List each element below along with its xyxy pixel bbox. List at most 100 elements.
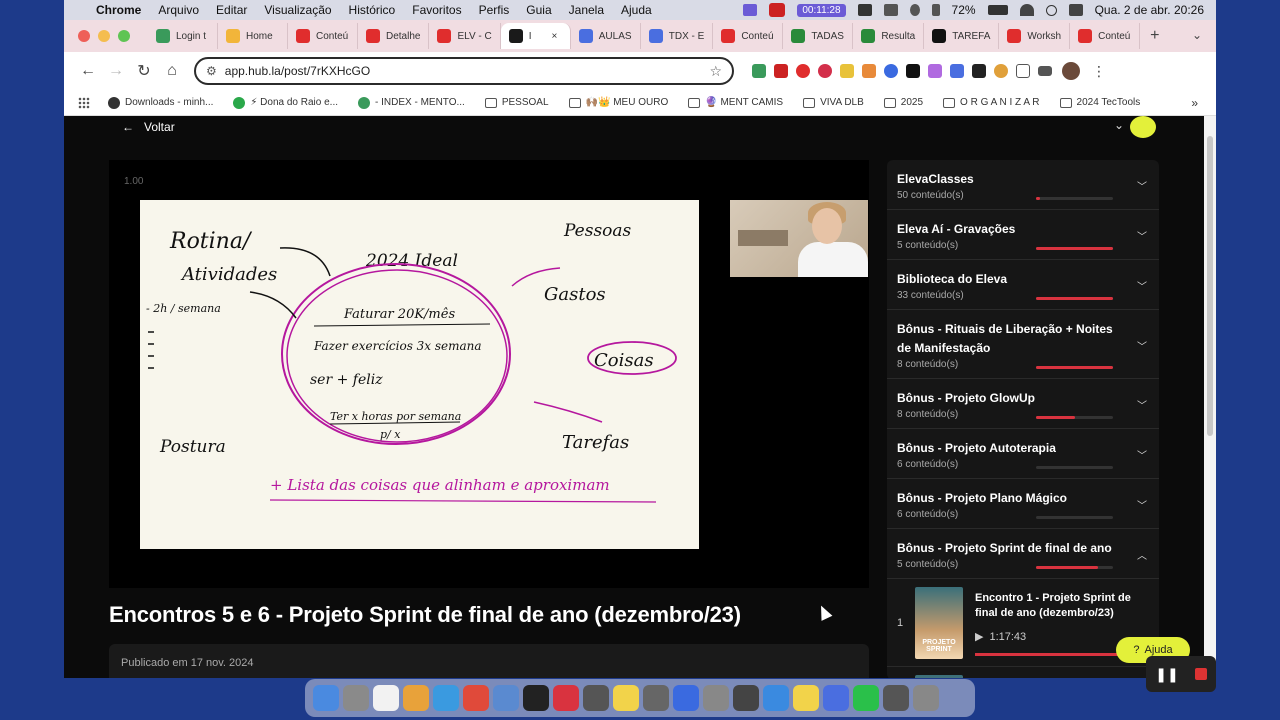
menu-arquivo[interactable]: Arquivo bbox=[158, 3, 199, 17]
dock-app-icon[interactable] bbox=[703, 685, 729, 711]
dock-app-icon[interactable] bbox=[553, 685, 579, 711]
browser-tab[interactable]: Conteú bbox=[288, 23, 358, 49]
more-bookmarks-icon[interactable]: » bbox=[1191, 96, 1198, 110]
site-info-icon[interactable]: ⚙ bbox=[206, 64, 217, 78]
bookmark-item[interactable]: ⚡ Dona do Raio e... bbox=[233, 96, 338, 109]
new-tab-button[interactable]: + bbox=[1150, 27, 1159, 45]
dock-app-icon[interactable] bbox=[793, 685, 819, 711]
browser-tab[interactable]: I × bbox=[500, 23, 571, 49]
module-item[interactable]: Bônus - Projeto Autoterapia 6 conteúdo(s)… bbox=[887, 429, 1159, 479]
screen-share-icon[interactable] bbox=[743, 4, 758, 16]
fullscreen-window-icon[interactable] bbox=[118, 30, 130, 42]
module-item[interactable]: Bônus - Projeto Plano Mágico 6 conteúdo(s… bbox=[887, 479, 1159, 529]
bookmark-item[interactable]: O R G A N I Z A R bbox=[943, 97, 1040, 108]
minimize-window-icon[interactable] bbox=[98, 30, 110, 42]
menu-guia[interactable]: Guia bbox=[526, 3, 551, 17]
chevron-down-icon[interactable]: ﹀ bbox=[1137, 497, 1147, 512]
extension-icon[interactable] bbox=[994, 64, 1008, 78]
reload-icon[interactable]: ↻ bbox=[130, 61, 158, 81]
menu-janela[interactable]: Janela bbox=[569, 3, 604, 17]
address-url[interactable]: app.hub.la/post/7rKXHcGO bbox=[225, 64, 710, 78]
wifi-icon[interactable] bbox=[1019, 4, 1034, 16]
bookmark-star-icon[interactable]: ☆ bbox=[709, 63, 722, 80]
dock-app-icon[interactable] bbox=[523, 685, 549, 711]
chevron-down-icon[interactable]: ﹀ bbox=[1137, 228, 1147, 243]
extension-icon[interactable] bbox=[972, 64, 986, 78]
bookmark-item[interactable]: 🙌🏽👑 MEU OURO bbox=[568, 97, 668, 108]
bookmark-item[interactable]: Downloads - minh... bbox=[108, 96, 213, 109]
chevron-up-icon[interactable]: ︿ bbox=[1137, 547, 1147, 562]
browser-tab[interactable]: AULAS bbox=[571, 23, 641, 49]
module-item[interactable]: ElevaClasses 50 conteúdo(s) ﹀ bbox=[887, 160, 1159, 210]
menu-app-name[interactable]: Chrome bbox=[96, 3, 141, 17]
browser-tab[interactable]: TAREFA bbox=[924, 23, 1000, 49]
extensions-puzzle-icon[interactable] bbox=[1016, 64, 1030, 78]
module-item[interactable]: Eleva Aí - Gravações 5 conteúdo(s) ﹀ bbox=[887, 210, 1159, 260]
dock-app-icon[interactable] bbox=[463, 685, 489, 711]
browser-tab[interactable]: Conteú bbox=[713, 23, 784, 49]
browser-tab[interactable]: Detalhe bbox=[358, 23, 430, 49]
dock-app-icon[interactable] bbox=[403, 685, 429, 711]
dock-app-icon[interactable] bbox=[343, 685, 369, 711]
spotlight-search-icon[interactable] bbox=[1045, 4, 1057, 16]
dock-app-icon[interactable] bbox=[733, 685, 759, 711]
chevron-down-icon[interactable]: ﹀ bbox=[1137, 447, 1147, 462]
stop-icon[interactable] bbox=[1194, 668, 1207, 680]
menu-ajuda[interactable]: Ajuda bbox=[621, 3, 652, 17]
dock-app-icon[interactable] bbox=[883, 685, 909, 711]
profile-avatar[interactable] bbox=[1062, 62, 1080, 80]
extension-icon[interactable] bbox=[840, 64, 854, 78]
page-scrollbar[interactable] bbox=[1204, 116, 1216, 678]
dock-app-icon[interactable] bbox=[613, 685, 639, 711]
dock-app-icon[interactable] bbox=[373, 685, 399, 711]
menu-editar[interactable]: Editar bbox=[216, 3, 247, 17]
dock-app-icon[interactable] bbox=[583, 685, 609, 711]
back-arrow-icon[interactable]: ← bbox=[74, 62, 102, 80]
notion-icon[interactable] bbox=[906, 64, 920, 78]
bookmark-item[interactable]: PESSOAL bbox=[484, 97, 549, 108]
chevron-down-icon[interactable]: ﹀ bbox=[1137, 397, 1147, 412]
browser-tab[interactable]: Worksh bbox=[999, 23, 1071, 49]
extension-icon[interactable] bbox=[752, 64, 766, 78]
close-tab-icon[interactable]: × bbox=[552, 31, 558, 42]
control-center-icon[interactable] bbox=[1068, 4, 1083, 16]
back-button[interactable]: ← Voltar bbox=[122, 120, 175, 134]
menu-historico[interactable]: Histórico bbox=[349, 3, 396, 17]
extension-icon[interactable] bbox=[796, 64, 810, 78]
address-bar[interactable]: ⚙ app.hub.la/post/7rKXHcGO ☆ bbox=[194, 57, 734, 85]
apps-grid-icon[interactable] bbox=[78, 96, 90, 109]
browser-tab[interactable]: Home bbox=[218, 23, 288, 49]
extension-icon[interactable] bbox=[774, 64, 788, 78]
dock-app-icon[interactable] bbox=[853, 685, 879, 711]
module-item[interactable]: Bônus - Rituais de Liberação + Noites de… bbox=[887, 310, 1159, 379]
chevron-down-icon[interactable]: ﹀ bbox=[1137, 278, 1147, 293]
home-icon[interactable]: ⌂ bbox=[158, 62, 186, 80]
browser-tab[interactable]: ELV - C bbox=[429, 23, 501, 49]
extension-icon[interactable] bbox=[928, 64, 942, 78]
dock-app-icon[interactable] bbox=[673, 685, 699, 711]
dock-app-icon[interactable] bbox=[913, 685, 939, 711]
menu-favoritos[interactable]: Favoritos bbox=[412, 3, 461, 17]
chevron-down-icon[interactable]: ﹀ bbox=[1137, 178, 1147, 193]
dock-app-icon[interactable] bbox=[313, 685, 339, 711]
reading-list-icon[interactable] bbox=[1038, 66, 1052, 76]
menu-perfis[interactable]: Perfis bbox=[479, 3, 510, 17]
bookmark-item[interactable]: VIVA DLB bbox=[803, 97, 864, 108]
lesson-item[interactable]: 2ENCONTROEncontro 2 - Projeto Sprint de … bbox=[887, 667, 1159, 678]
user-icon[interactable] bbox=[909, 4, 920, 16]
pause-icon[interactable]: ❚❚ bbox=[1155, 666, 1178, 683]
bookmark-item[interactable]: 2025 bbox=[883, 97, 923, 108]
dock-app-icon[interactable] bbox=[643, 685, 669, 711]
pinterest-icon[interactable] bbox=[818, 64, 832, 78]
chevron-down-icon[interactable]: ﹀ bbox=[1137, 338, 1147, 353]
dock-app-icon[interactable] bbox=[763, 685, 789, 711]
user-avatar[interactable] bbox=[1130, 116, 1156, 138]
dock-app-icon[interactable] bbox=[823, 685, 849, 711]
recording-icon[interactable] bbox=[769, 3, 786, 17]
mute-icon[interactable] bbox=[883, 4, 898, 16]
bookmark-item[interactable]: 2024 TecTools bbox=[1059, 97, 1140, 108]
battery-icon[interactable] bbox=[987, 5, 1008, 15]
browser-tab[interactable]: Login t bbox=[148, 23, 218, 49]
app-icon[interactable] bbox=[857, 4, 872, 16]
module-item[interactable]: Biblioteca do Eleva 33 conteúdo(s) ﹀ bbox=[887, 260, 1159, 310]
